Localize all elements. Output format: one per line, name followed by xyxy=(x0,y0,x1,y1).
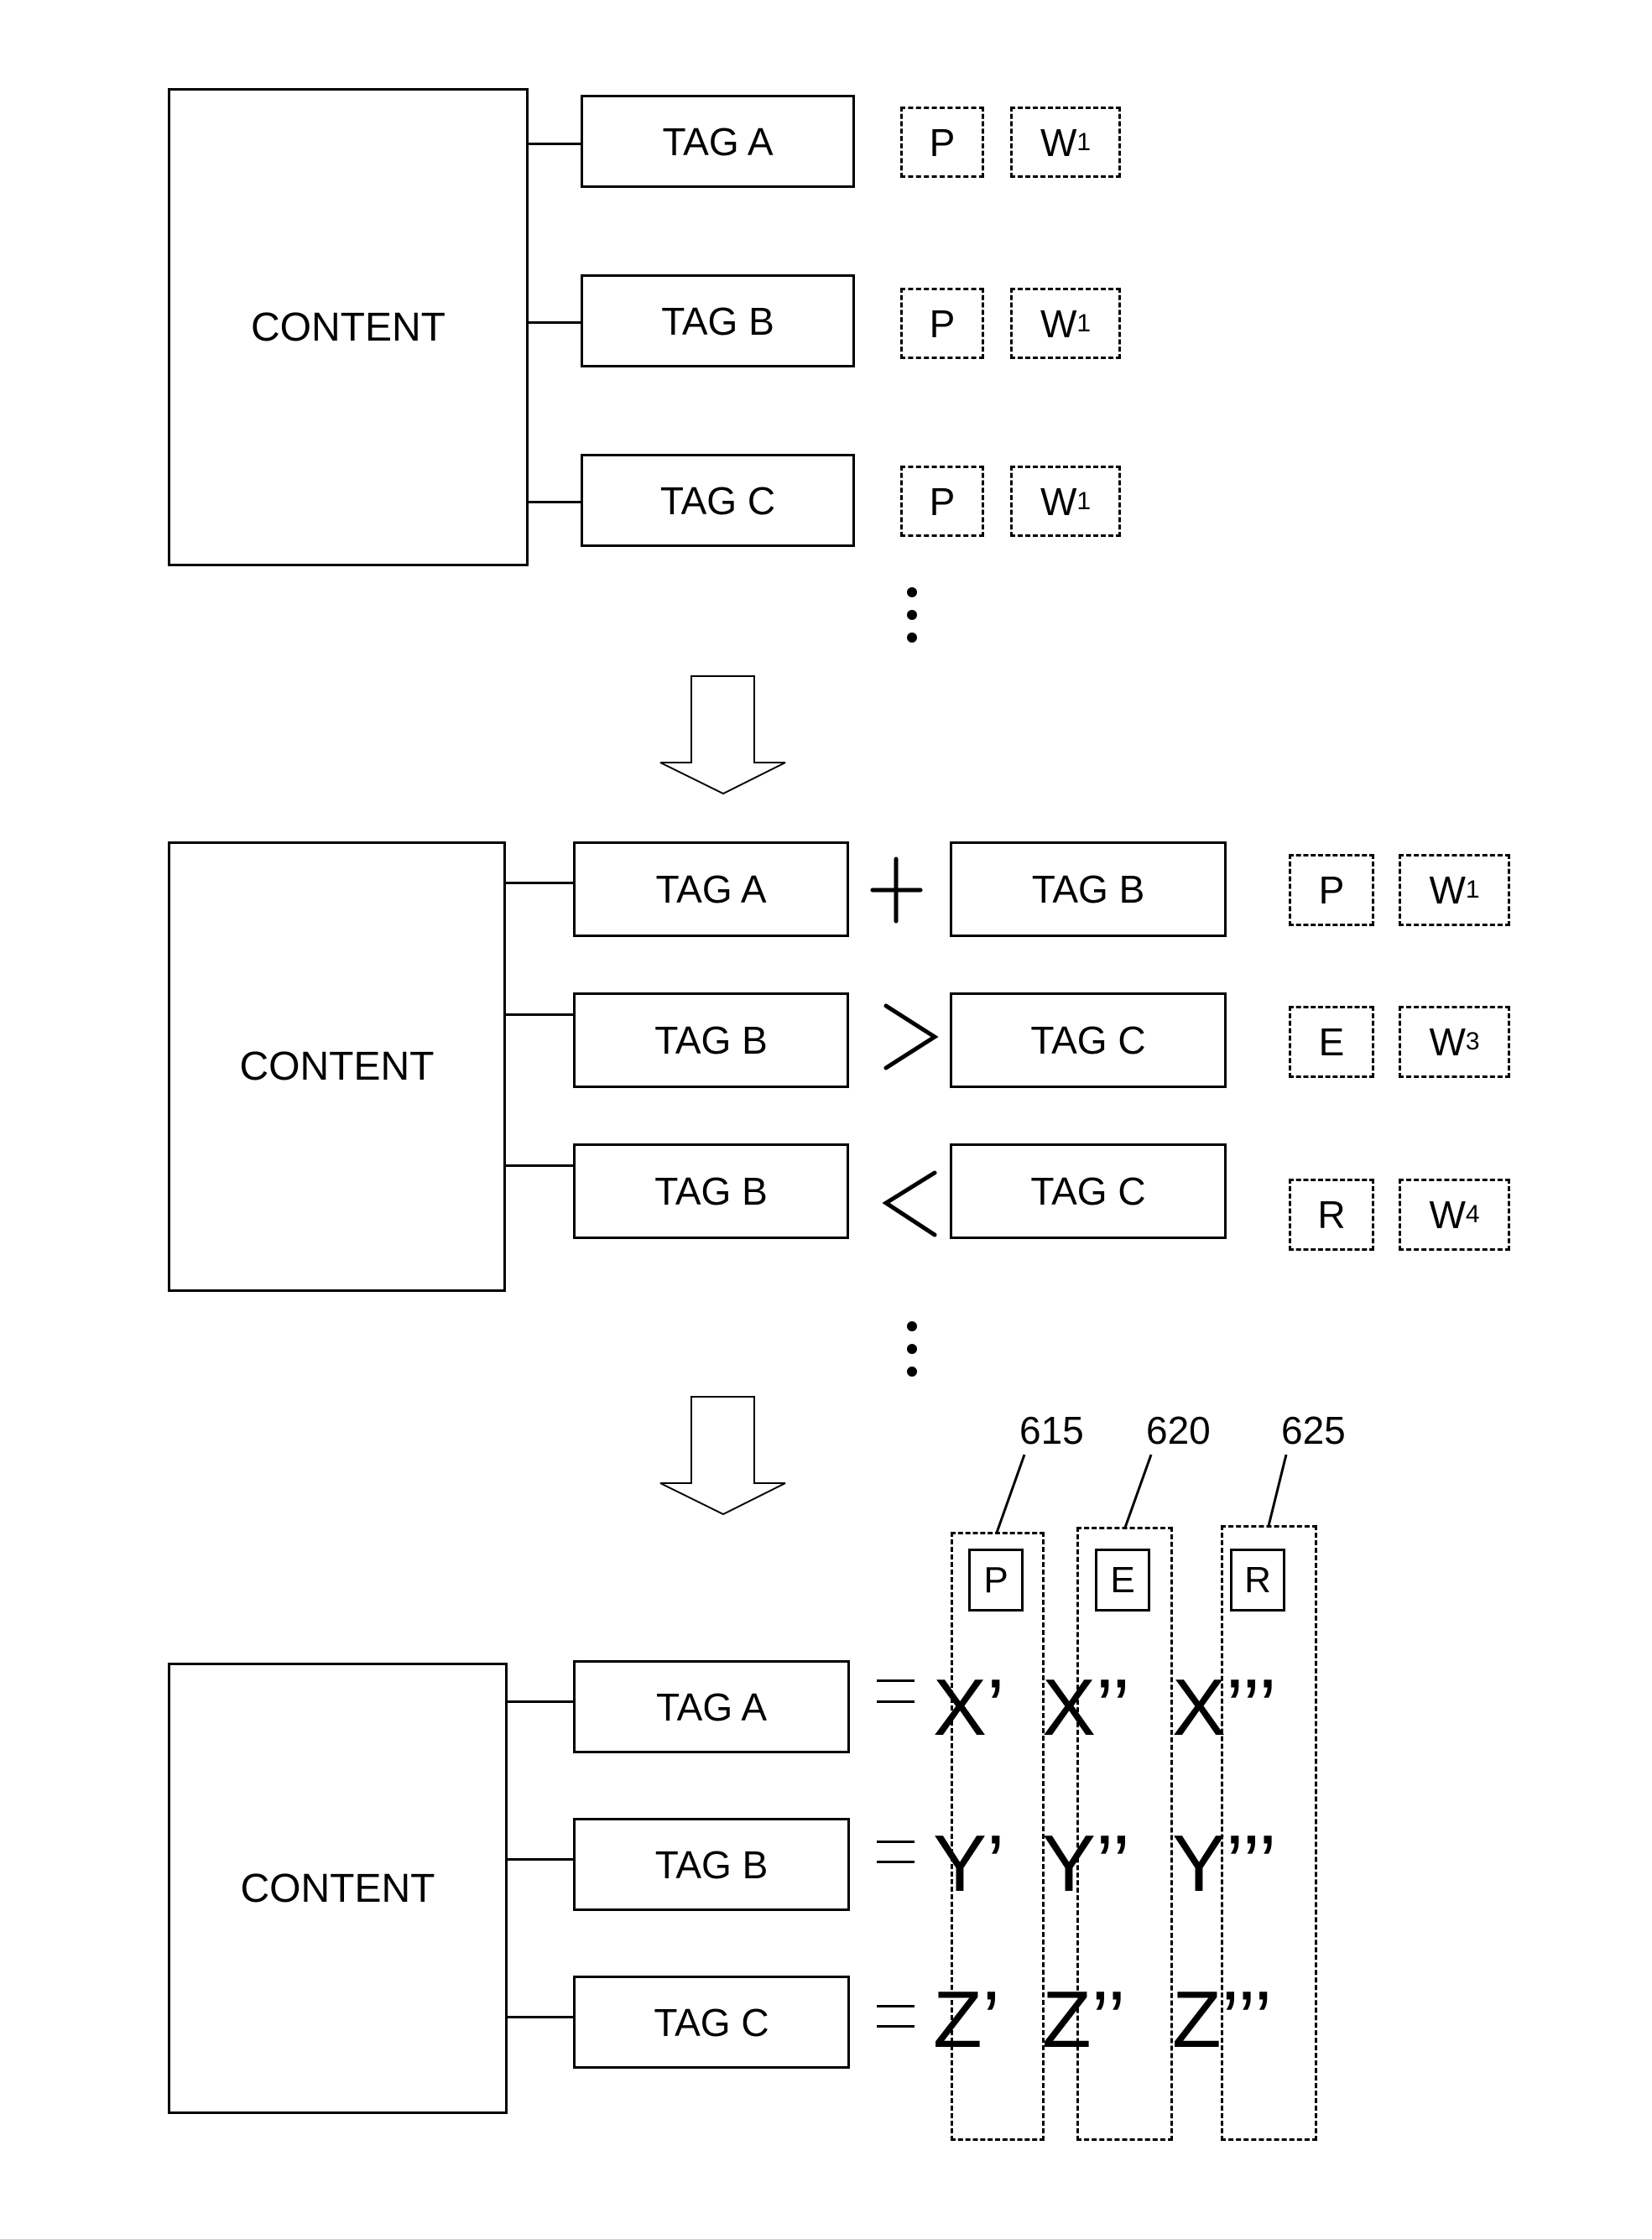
down-arrow-icon xyxy=(659,675,786,795)
leader-line-620 xyxy=(1123,1454,1153,1528)
leader-line-615 xyxy=(995,1454,1026,1533)
diagram-overlay xyxy=(659,675,1288,1533)
leader-line-625 xyxy=(1267,1454,1288,1527)
plus-icon xyxy=(870,857,923,924)
less-than-icon xyxy=(882,1170,937,1237)
down-arrow-icon xyxy=(659,1396,786,1516)
greater-than-icon xyxy=(883,1003,939,1070)
